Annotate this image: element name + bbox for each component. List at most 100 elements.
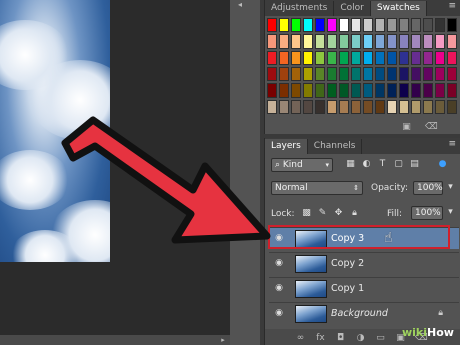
trash-icon[interactable]: ⌫ bbox=[425, 122, 438, 132]
opacity-field[interactable]: 100% bbox=[413, 181, 443, 195]
link-icon[interactable]: ∞ bbox=[295, 333, 306, 343]
swatch[interactable] bbox=[363, 66, 373, 82]
fx-icon[interactable]: fx bbox=[315, 333, 326, 343]
swatch[interactable] bbox=[447, 50, 457, 65]
swatch[interactable] bbox=[339, 50, 349, 65]
swatch[interactable] bbox=[291, 18, 301, 33]
swatch[interactable] bbox=[327, 66, 337, 82]
swatch[interactable] bbox=[411, 66, 421, 82]
swatch[interactable] bbox=[315, 83, 325, 98]
filter-kind-select[interactable]: ⌕ Kind ▾ bbox=[271, 158, 333, 172]
mask-icon[interactable]: ◘ bbox=[335, 333, 346, 343]
swatch[interactable] bbox=[387, 18, 397, 33]
swatch[interactable] bbox=[279, 34, 289, 49]
pixel-filter-icon[interactable]: ▦ bbox=[345, 159, 356, 170]
swatch[interactable] bbox=[351, 18, 361, 33]
swatch[interactable] bbox=[375, 99, 385, 114]
fill-slider-arrow-icon[interactable]: ▾ bbox=[445, 207, 456, 218]
swatch[interactable] bbox=[435, 34, 445, 49]
swatch[interactable] bbox=[447, 66, 457, 82]
lock-transparent-icon[interactable]: ▩ bbox=[301, 208, 312, 219]
swatch[interactable] bbox=[303, 66, 313, 82]
swatch[interactable] bbox=[411, 34, 421, 49]
layer-row[interactable]: ◉ Copy 2 bbox=[269, 252, 459, 274]
swatch[interactable] bbox=[399, 34, 409, 49]
swatch[interactable] bbox=[447, 99, 457, 114]
swatch[interactable] bbox=[411, 99, 421, 114]
swatch[interactable] bbox=[375, 50, 385, 65]
swatch[interactable] bbox=[435, 99, 445, 114]
swatch[interactable] bbox=[351, 50, 361, 65]
filter-toggle-icon[interactable]: ● bbox=[437, 159, 448, 170]
adjustment-filter-icon[interactable]: ◐ bbox=[361, 159, 372, 170]
canvas-scrollbar[interactable]: ▸ bbox=[0, 335, 230, 345]
swatch[interactable] bbox=[339, 83, 349, 98]
swatch[interactable] bbox=[363, 83, 373, 98]
swatch[interactable] bbox=[447, 18, 457, 33]
scroll-right-icon[interactable]: ▸ bbox=[216, 336, 230, 344]
swatch[interactable] bbox=[375, 83, 385, 98]
layers-menu-icon[interactable]: ≡ bbox=[448, 139, 456, 149]
new-swatch-icon[interactable]: ▣ bbox=[401, 122, 412, 132]
swatch[interactable] bbox=[315, 50, 325, 65]
swatch[interactable] bbox=[423, 66, 433, 82]
swatch[interactable] bbox=[387, 50, 397, 65]
swatch[interactable] bbox=[435, 66, 445, 82]
swatch[interactable] bbox=[267, 34, 277, 49]
swatch[interactable] bbox=[351, 34, 361, 49]
swatch[interactable] bbox=[279, 99, 289, 114]
swatch[interactable] bbox=[435, 83, 445, 98]
swatch[interactable] bbox=[291, 83, 301, 98]
swatch[interactable] bbox=[351, 83, 361, 98]
swatch[interactable] bbox=[327, 99, 337, 114]
swatch[interactable] bbox=[447, 83, 457, 98]
swatch[interactable] bbox=[339, 99, 349, 114]
swatch[interactable] bbox=[363, 34, 373, 49]
swatch[interactable] bbox=[363, 99, 373, 114]
swatch[interactable] bbox=[303, 34, 313, 49]
swatch[interactable] bbox=[315, 18, 325, 33]
swatch[interactable] bbox=[303, 83, 313, 98]
tab-adjustments[interactable]: Adjustments bbox=[265, 1, 335, 16]
panel-menu-icon[interactable]: ≡ bbox=[448, 1, 456, 11]
swatch[interactable] bbox=[267, 50, 277, 65]
swatch[interactable] bbox=[327, 83, 337, 98]
swatch[interactable] bbox=[327, 34, 337, 49]
swatch[interactable] bbox=[411, 50, 421, 65]
swatch[interactable] bbox=[315, 66, 325, 82]
swatch[interactable] bbox=[315, 99, 325, 114]
lock-all-icon[interactable]: 🔒︎ bbox=[349, 208, 360, 219]
swatch[interactable] bbox=[435, 50, 445, 65]
tab-swatches[interactable]: Swatches bbox=[370, 1, 427, 16]
swatch[interactable] bbox=[267, 83, 277, 98]
swatch[interactable] bbox=[267, 66, 277, 82]
swatch[interactable] bbox=[267, 99, 277, 114]
lock-position-icon[interactable]: ✥ bbox=[333, 208, 344, 219]
swatch[interactable] bbox=[315, 34, 325, 49]
swatch[interactable] bbox=[339, 18, 349, 33]
swatch[interactable] bbox=[375, 34, 385, 49]
swatch[interactable] bbox=[351, 66, 361, 82]
swatch[interactable] bbox=[303, 50, 313, 65]
swatch[interactable] bbox=[387, 66, 397, 82]
swatch[interactable] bbox=[279, 50, 289, 65]
type-filter-icon[interactable]: T bbox=[377, 159, 388, 170]
smart-filter-icon[interactable]: ▤ bbox=[409, 159, 420, 170]
swatch[interactable] bbox=[363, 18, 373, 33]
swatch[interactable] bbox=[387, 34, 397, 49]
swatch[interactable] bbox=[399, 83, 409, 98]
visibility-eye-icon[interactable]: ◉ bbox=[273, 258, 285, 269]
visibility-eye-icon[interactable]: ◉ bbox=[273, 308, 285, 319]
swatch[interactable] bbox=[327, 50, 337, 65]
swatch[interactable] bbox=[363, 50, 373, 65]
folder-icon[interactable]: ▭ bbox=[375, 333, 386, 343]
swatch[interactable] bbox=[423, 34, 433, 49]
adjustment-icon[interactable]: ◑ bbox=[355, 333, 366, 343]
lock-image-icon[interactable]: ✎ bbox=[317, 208, 328, 219]
swatch[interactable] bbox=[399, 66, 409, 82]
swatch[interactable] bbox=[279, 66, 289, 82]
swatch[interactable] bbox=[339, 66, 349, 82]
swatch[interactable] bbox=[327, 18, 337, 33]
collapse-icon[interactable]: ◂ bbox=[238, 0, 252, 9]
tab-channels[interactable]: Channels bbox=[308, 139, 363, 154]
